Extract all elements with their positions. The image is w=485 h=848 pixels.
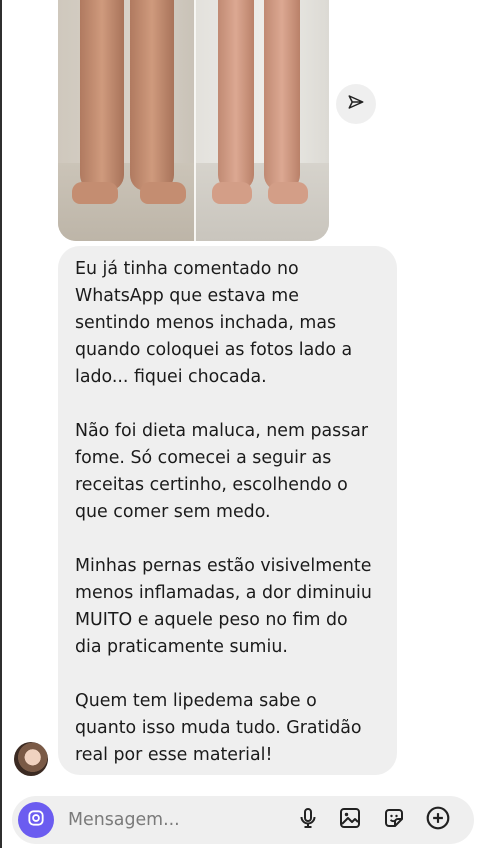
message-paragraph: Quem tem lipedema sabe o quanto isso mud… <box>75 691 362 765</box>
message-bubble: Eu já tinha comentado no WhatsApp que es… <box>58 246 397 775</box>
before-photo <box>58 0 194 241</box>
message-paragraph: Eu já tinha comentado no WhatsApp que es… <box>75 259 353 387</box>
share-button[interactable] <box>336 84 376 124</box>
gallery-button[interactable] <box>336 806 364 834</box>
paper-plane-icon <box>347 93 365 115</box>
camera-button[interactable] <box>18 802 54 838</box>
message-paragraph: Minhas pernas estão visivelmente menos i… <box>75 556 372 657</box>
avatar[interactable] <box>14 742 48 776</box>
message-composer <box>12 796 474 844</box>
plus-circle-icon <box>425 805 451 835</box>
microphone-icon <box>296 806 320 834</box>
message-input[interactable] <box>68 806 268 834</box>
microphone-button[interactable] <box>294 806 322 834</box>
after-photo <box>193 0 329 241</box>
more-button[interactable] <box>424 806 452 834</box>
image-icon <box>338 806 362 834</box>
camera-icon <box>26 808 46 832</box>
window-edge <box>0 0 2 848</box>
message-paragraph: Não foi dieta maluca, nem passar fome. S… <box>75 421 369 522</box>
sticker-icon <box>382 806 406 834</box>
sticker-button[interactable] <box>380 806 408 834</box>
photo-message[interactable] <box>58 0 329 241</box>
